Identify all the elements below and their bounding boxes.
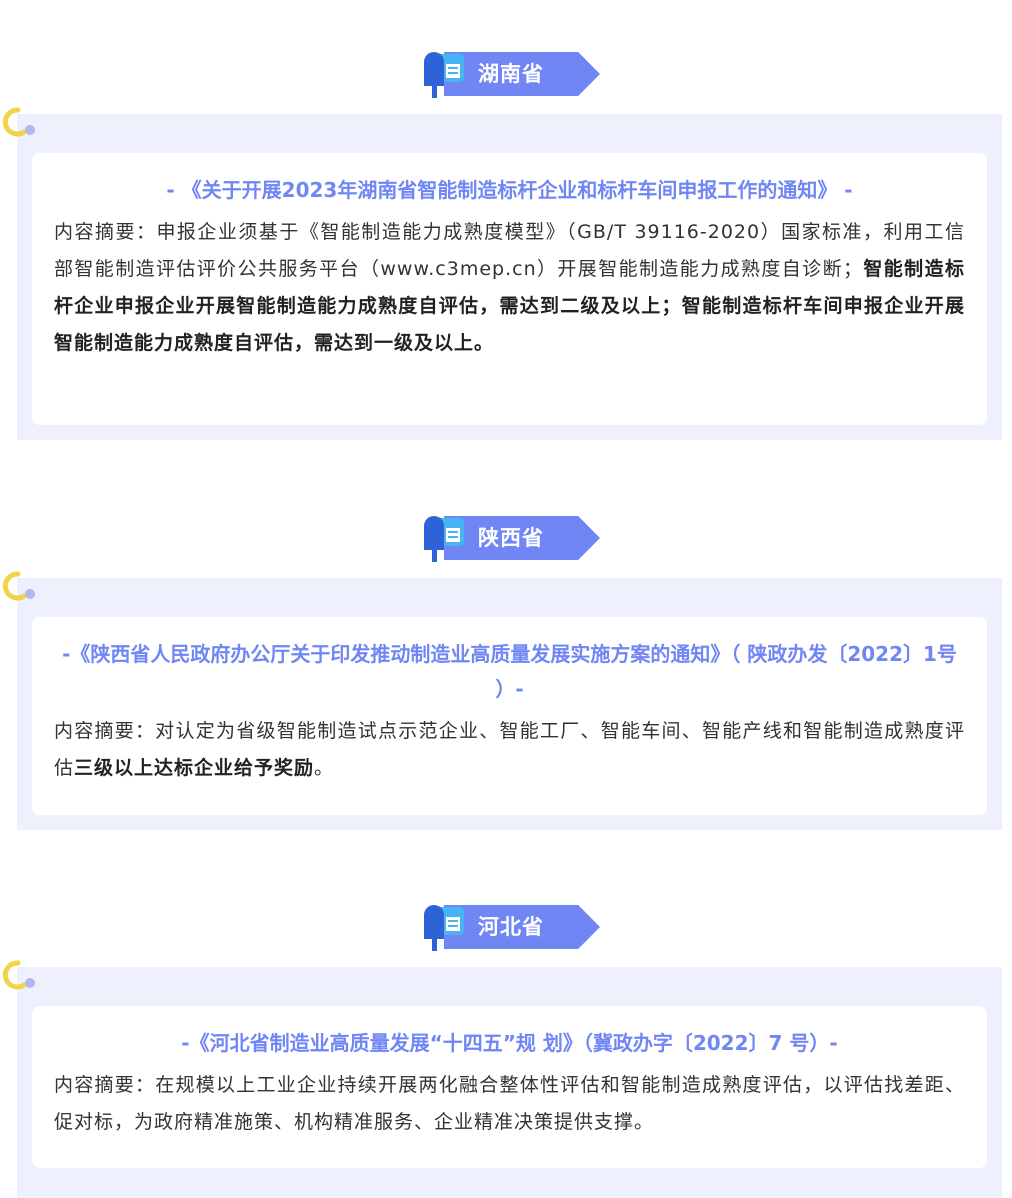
province-label: 湖南省 — [478, 62, 544, 86]
summary-label: 内容摘要： — [54, 720, 156, 742]
content-card: -《河北省制造业高质量发展“十四五”规 划》（冀政办字〔2022〕7 号）- 内… — [32, 1006, 987, 1168]
summary-normal: 在规模以上工业企业持续开展两化融合整体性评估和智能制造成熟度评估，以评估找差距、… — [54, 1074, 965, 1133]
content-card: -《陕西省人民政府办公厅关于印发推动制造业高质量发展实施方案的通知》（ 陕政办发… — [32, 617, 987, 815]
hook-icon — [2, 571, 35, 601]
province-label: 陕西省 — [478, 526, 544, 550]
province-label: 河北省 — [478, 915, 544, 939]
mailbox-icon — [424, 905, 464, 951]
mailbox-icon — [424, 52, 464, 98]
content-panel: - 《关于开展2023年湖南省智能制造标杆企业和标杆车间申报工作的通知》 - 内… — [2, 107, 1002, 440]
hook-icon — [2, 960, 35, 990]
summary-label: 内容摘要： — [54, 221, 157, 243]
summary-text: 内容摘要：申报企业须基于《智能制造能力成熟度模型》（GB/T 39116-202… — [54, 214, 965, 362]
summary-text: 内容摘要：在规模以上工业企业持续开展两化融合整体性评估和智能制造成熟度评估，以评… — [54, 1067, 965, 1141]
mailbox-icon — [424, 516, 464, 562]
content-panel: -《河北省制造业高质量发展“十四五”规 划》（冀政办字〔2022〕7 号）- 内… — [2, 960, 1002, 1198]
summary-bold: 三级以上达标企业给予奖励 — [74, 757, 315, 779]
province-tag: 湖南省 — [420, 48, 600, 98]
document-title: -《河北省制造业高质量发展“十四五”规 划》（冀政办字〔2022〕7 号）- — [181, 1031, 838, 1055]
hook-icon — [2, 107, 35, 137]
province-tag: 河北省 — [420, 901, 600, 951]
summary-normal: 申报企业须基于《智能制造能力成熟度模型》（GB/T 39116-2020）国家标… — [54, 221, 965, 280]
content-card: - 《关于开展2023年湖南省智能制造标杆企业和标杆车间申报工作的通知》 - 内… — [32, 153, 987, 425]
content-panel: -《陕西省人民政府办公厅关于印发推动制造业高质量发展实施方案的通知》（ 陕政办发… — [2, 571, 1002, 830]
province-tag: 陕西省 — [420, 512, 600, 562]
summary-tail: 。 — [314, 757, 335, 779]
document-title: - 《关于开展2023年湖南省智能制造标杆企业和标杆车间申报工作的通知》 - — [166, 178, 853, 202]
summary-text: 内容摘要：对认定为省级智能制造试点示范企业、智能工厂、智能车间、智能产线和智能制… — [54, 713, 965, 787]
document-title: -《陕西省人民政府办公厅关于印发推动制造业高质量发展实施方案的通知》（ 陕政办发… — [62, 642, 957, 701]
summary-label: 内容摘要： — [54, 1074, 156, 1096]
